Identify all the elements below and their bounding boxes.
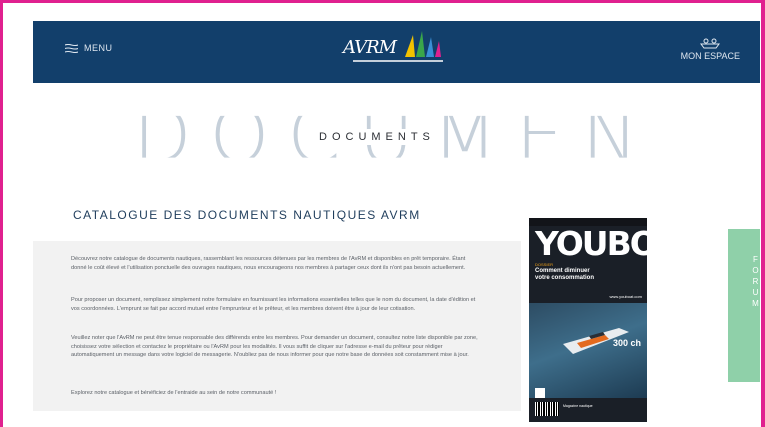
cover-tag: DOSSIER — [535, 262, 554, 267]
page-hero: DOCUMENTS DOCUMENTS — [133, 100, 653, 172]
qr-code — [535, 388, 545, 398]
paragraph-explore: Explorez notre catalogue et bénéficiez d… — [71, 390, 277, 396]
boat-icon — [700, 38, 721, 49]
cover-power: 300 ch — [612, 338, 641, 348]
page-title: DOCUMENTS — [313, 129, 441, 145]
cover-headline: Comment diminuer votre consommation — [535, 268, 595, 281]
paragraph-intro: Découvrez notre catalogue de documents n… — [71, 256, 466, 271]
cover-website: www.youboat.com — [609, 294, 642, 299]
barcode — [535, 402, 559, 416]
paragraph-propose: Pour proposer un document, remplissez si… — [71, 297, 476, 312]
cover-footer: Magazine nautique — [563, 404, 593, 408]
menu-label: MENU — [84, 43, 113, 53]
sails-icon — [353, 31, 443, 62]
my-space-link[interactable]: MON ESPACE — [681, 37, 740, 61]
my-space-label: MON ESPACE — [680, 51, 740, 61]
menu-button[interactable]: MENU — [65, 43, 113, 53]
site-header: MENU AVRM MON ESPACE — [33, 21, 760, 83]
paragraph-notice: Veuillez noter que l'AvRM ne peut être t… — [71, 335, 478, 359]
forum-tab[interactable]: FORUM — [728, 229, 760, 382]
site-logo[interactable]: AVRM — [343, 25, 453, 69]
hamburger-icon — [65, 43, 78, 53]
page: MENU AVRM MON ESPACE DOCUMENTS DOCUMENTS — [3, 3, 760, 427]
cover-title: YOUBOAT — [535, 224, 647, 263]
magazine-cover[interactable]: YOUBOAT DOSSIER Comment diminuer votre c… — [529, 218, 647, 422]
section-heading: CATALOGUE DES DOCUMENTS NAUTIQUES AVRM — [73, 208, 421, 222]
forum-label: FORUM — [751, 255, 760, 310]
content-box: Découvrez notre catalogue de documents n… — [33, 241, 521, 411]
